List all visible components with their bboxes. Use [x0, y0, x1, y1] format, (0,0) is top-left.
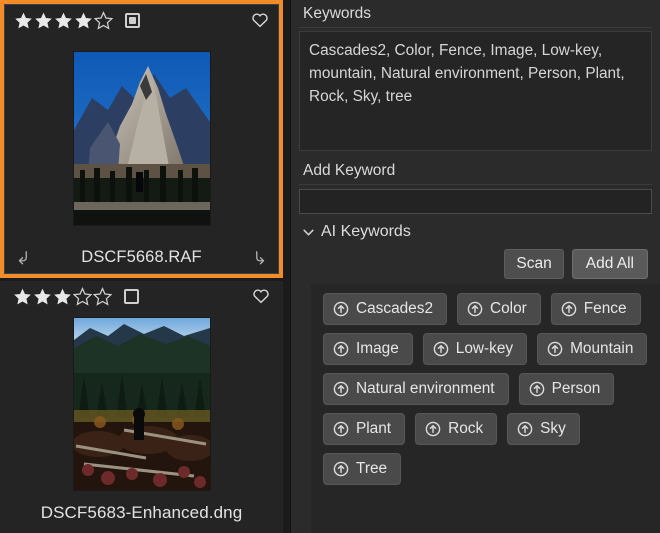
circled-up-arrow-icon	[467, 301, 483, 316]
ai-keyword-chip[interactable]: Natural environment	[323, 373, 509, 405]
thumbnail-photo-area[interactable]	[4, 311, 279, 497]
ai-keyword-chip[interactable]: Image	[323, 333, 413, 365]
ai-keyword-chip[interactable]: Tree	[323, 453, 402, 485]
circled-up-arrow-icon	[547, 341, 563, 356]
heart-icon[interactable]	[252, 287, 270, 305]
star-filled-icon[interactable]	[53, 287, 72, 306]
ai-keywords-title: AI Keywords	[321, 223, 411, 240]
star-outline-icon[interactable]	[93, 286, 112, 306]
star-filled-icon[interactable]	[13, 287, 32, 306]
chip-label: Cascades2	[356, 300, 433, 317]
chip-label: Plant	[356, 420, 392, 437]
thumbnail-name-row: DSCF5668.RAF	[5, 241, 278, 273]
ai-keyword-chip[interactable]: Fence	[550, 293, 641, 325]
circled-up-arrow-icon	[333, 301, 349, 316]
star-outline-icon[interactable]	[94, 10, 113, 30]
star-filled-icon[interactable]	[33, 287, 52, 306]
thumbnail-card[interactable]: DSCF5683-Enhanced.dng	[0, 281, 283, 533]
ai-keyword-chip[interactable]: Color	[457, 293, 541, 325]
keywords-textarea[interactable]: Cascades2, Color, Fence, Image, Low-key,…	[299, 31, 652, 151]
ai-keyword-chip[interactable]: Cascades2	[323, 293, 447, 325]
star-filled-icon[interactable]	[54, 11, 73, 30]
photo-mountain-peak[interactable]	[73, 51, 210, 225]
thumbnail-filename: DSCF5668.RAF	[81, 247, 202, 266]
thumbnail-filename: DSCF5683-Enhanced.dng	[40, 503, 243, 522]
chip-label: Image	[356, 340, 399, 357]
chip-label: Sky	[540, 420, 566, 437]
circled-up-arrow-icon	[433, 341, 449, 356]
photo-autumn-valley[interactable]	[73, 318, 210, 490]
add-all-button[interactable]: Add All	[571, 249, 648, 279]
star-rating-4[interactable]	[14, 10, 113, 30]
circled-up-arrow-icon	[333, 461, 349, 476]
thumbnail-photo-area[interactable]	[5, 35, 278, 241]
star-outline-icon[interactable]	[73, 286, 92, 306]
thumbnail-meta-row	[4, 281, 279, 311]
thumbnail-card-selected[interactable]: DSCF5668.RAF	[0, 0, 283, 278]
chip-label: Low-key	[455, 340, 514, 357]
circled-up-arrow-icon	[333, 421, 349, 436]
star-rating-3[interactable]	[13, 286, 112, 306]
circled-up-arrow-icon	[333, 381, 349, 396]
filmstrip-panel: DSCF5668.RAF DSCF5683-Enhanced.dng	[0, 0, 290, 533]
keywords-label: Keywords	[299, 0, 652, 28]
circled-up-arrow-icon	[529, 381, 544, 396]
thumbnail-meta-row	[5, 5, 278, 35]
add-keyword-input[interactable]	[299, 189, 652, 214]
ai-keyword-chip[interactable]: Sky	[507, 413, 580, 445]
ai-keywords-section-header[interactable]: AI Keywords	[299, 223, 652, 241]
add-keyword-label: Add Keyword	[299, 156, 652, 185]
chip-label: Natural environment	[356, 380, 495, 397]
ai-keyword-chip-list: Cascades2 Color Fence Image Low-key Moun…	[323, 293, 650, 485]
chip-label: Tree	[356, 460, 388, 477]
ai-keywords-actions: Scan Add All	[299, 249, 652, 279]
rotate-left-icon[interactable]	[15, 248, 33, 266]
chip-label: Person	[551, 380, 601, 397]
star-filled-icon[interactable]	[14, 11, 33, 30]
pick-checkbox[interactable]	[125, 12, 140, 28]
keyword-editor-window: DSCF5668.RAF DSCF5683-Enhanced.dng Keywo…	[0, 0, 660, 533]
chip-label: Rock	[448, 420, 484, 437]
circled-up-arrow-icon	[333, 341, 349, 356]
ai-keyword-chip[interactable]: Plant	[323, 413, 406, 445]
scan-button[interactable]: Scan	[504, 249, 564, 279]
chip-label: Fence	[583, 300, 627, 317]
ai-keyword-chip[interactable]: Low-key	[422, 333, 528, 365]
heart-icon[interactable]	[251, 11, 269, 29]
keywords-panel: Keywords Cascades2, Color, Fence, Image,…	[290, 0, 660, 533]
chip-label: Color	[490, 300, 527, 317]
ai-keyword-chip[interactable]: Mountain	[537, 333, 648, 365]
circled-up-arrow-icon	[561, 301, 577, 316]
star-filled-icon[interactable]	[34, 11, 53, 30]
pick-checkbox[interactable]	[124, 288, 139, 304]
thumbnail-name-row: DSCF5683-Enhanced.dng	[4, 497, 279, 529]
chip-label: Mountain	[570, 340, 634, 357]
ai-keyword-chips-panel: Cascades2 Color Fence Image Low-key Moun…	[311, 284, 660, 533]
ai-keyword-chip[interactable]: Person	[518, 373, 615, 405]
chevron-down-icon[interactable]	[302, 226, 315, 239]
rotate-right-icon[interactable]	[250, 248, 268, 266]
star-filled-icon[interactable]	[74, 11, 93, 30]
circled-up-arrow-icon	[517, 421, 533, 436]
circled-up-arrow-icon	[425, 421, 441, 436]
ai-keyword-chip[interactable]: Rock	[415, 413, 498, 445]
